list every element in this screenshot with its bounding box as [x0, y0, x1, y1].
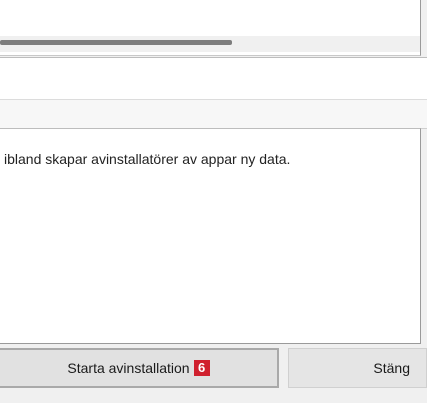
- close-button[interactable]: Stäng: [288, 348, 427, 388]
- details-row: [0, 100, 427, 129]
- info-message: ibland skapar avinstallatörer av appar n…: [4, 151, 291, 167]
- horizontal-scrollbar-thumb[interactable]: [0, 40, 232, 45]
- uninstall-dialog: ibland skapar avinstallatörer av appar n…: [0, 0, 427, 403]
- start-uninstall-button[interactable]: Starta avinstallation 6: [0, 348, 279, 388]
- message-panel: ibland skapar avinstallatörer av appar n…: [0, 128, 421, 344]
- start-uninstall-label: Starta avinstallation: [67, 360, 190, 376]
- close-label: Stäng: [373, 360, 410, 376]
- bottom-strip: [0, 393, 427, 403]
- details-panel: [0, 57, 427, 129]
- step-badge: 6: [193, 360, 210, 376]
